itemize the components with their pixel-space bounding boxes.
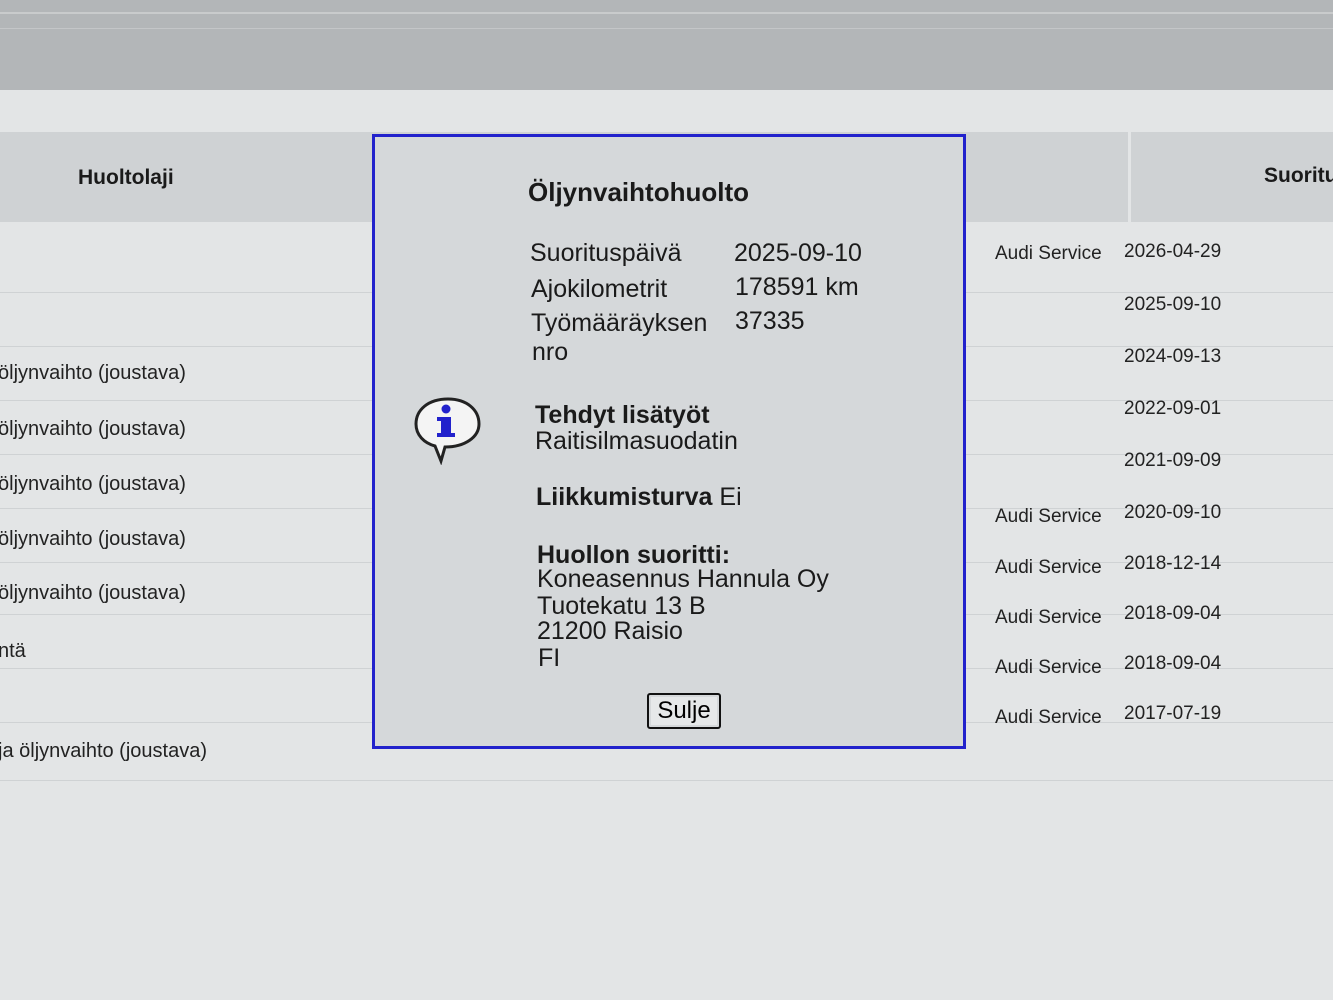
- table-cell-date[interactable]: 2022-09-01: [1124, 398, 1221, 420]
- table-cell-date[interactable]: 2025-09-10: [1124, 294, 1221, 316]
- toolbar-divider: [0, 28, 1333, 29]
- table-cell-service: Audi Service: [995, 243, 1102, 264]
- close-button[interactable]: Sulje: [647, 693, 721, 729]
- table-cell-date[interactable]: 2026-04-29: [1124, 241, 1221, 263]
- suorittaja-country: FI: [538, 644, 561, 672]
- table-cell-date[interactable]: 2017-07-19: [1124, 703, 1221, 725]
- service-info-dialog: Öljynvaihtohuolto Suorituspäivä 2025-09-…: [372, 134, 966, 749]
- ajokilometrit-label: Ajokilometrit: [531, 275, 668, 303]
- table-cell-date[interactable]: 2018-12-14: [1124, 553, 1221, 575]
- dialog-title: Öljynvaihtohuolto: [528, 177, 749, 207]
- column-header-huoltolaji[interactable]: Huoltolaji: [78, 166, 174, 190]
- table-cell-date[interactable]: 2020-09-10: [1124, 502, 1221, 524]
- suorittaja-postal: 21200 Raisio: [537, 617, 683, 645]
- column-header-suoritus[interactable]: Suoritu: [1264, 164, 1333, 188]
- table-row-huoltolaji[interactable]: öljynvaihto (joustava): [0, 473, 186, 496]
- suorittaja-name: Koneasennus Hannula Oy: [537, 565, 829, 593]
- lisatyot-label: Tehdyt lisätyöt: [535, 401, 710, 429]
- tyomaarays-label-nro: nro: [532, 338, 569, 366]
- suorituspaiva-label: Suorituspäivä: [530, 239, 682, 267]
- table-row-huoltolaji[interactable]: öljynvaihto (joustava): [0, 582, 186, 605]
- table-cell-date[interactable]: 2018-09-04: [1124, 603, 1221, 625]
- table-cell-service: Audi Service: [995, 506, 1102, 527]
- tyomaarays-value: 37335: [735, 307, 805, 335]
- suorituspaiva-value: 2025-09-10: [734, 239, 862, 267]
- lisatyot-value: Raitisilmasuodatin: [535, 427, 738, 455]
- table-cell-date[interactable]: 2021-09-09: [1124, 450, 1221, 472]
- table-cell-date[interactable]: 2018-09-04: [1124, 653, 1221, 675]
- table-cell-service: Audi Service: [995, 657, 1102, 678]
- table-row-huoltolaji[interactable]: ja öljynvaihto (joustava): [0, 740, 207, 763]
- liikkumisturva-label: Liikkumisturva: [536, 483, 713, 511]
- table-cell-service: Audi Service: [995, 557, 1102, 578]
- toolbar-divider: [0, 12, 1333, 14]
- table-row-huoltolaji[interactable]: öljynvaihto (joustava): [0, 528, 186, 551]
- table-cell-date[interactable]: 2024-09-13: [1124, 346, 1221, 368]
- tyomaarays-label: Työmääräyksen: [531, 309, 708, 337]
- liikkumisturva-row: Liikkumisturva Ei: [536, 483, 742, 512]
- row-divider: [0, 780, 1333, 781]
- top-toolbar: [0, 0, 1333, 90]
- table-row-huoltolaji[interactable]: ntä: [0, 640, 26, 663]
- table-cell-service: Audi Service: [995, 707, 1102, 728]
- column-separator: [1128, 132, 1131, 222]
- liikkumisturva-value: Ei: [719, 483, 742, 511]
- info-icon: [414, 397, 481, 465]
- table-row-huoltolaji[interactable]: öljynvaihto (joustava): [0, 418, 186, 441]
- table-row-huoltolaji[interactable]: öljynvaihto (joustava): [0, 362, 186, 385]
- table-cell-service: Audi Service: [995, 607, 1102, 628]
- ajokilometrit-value: 178591 km: [735, 273, 859, 301]
